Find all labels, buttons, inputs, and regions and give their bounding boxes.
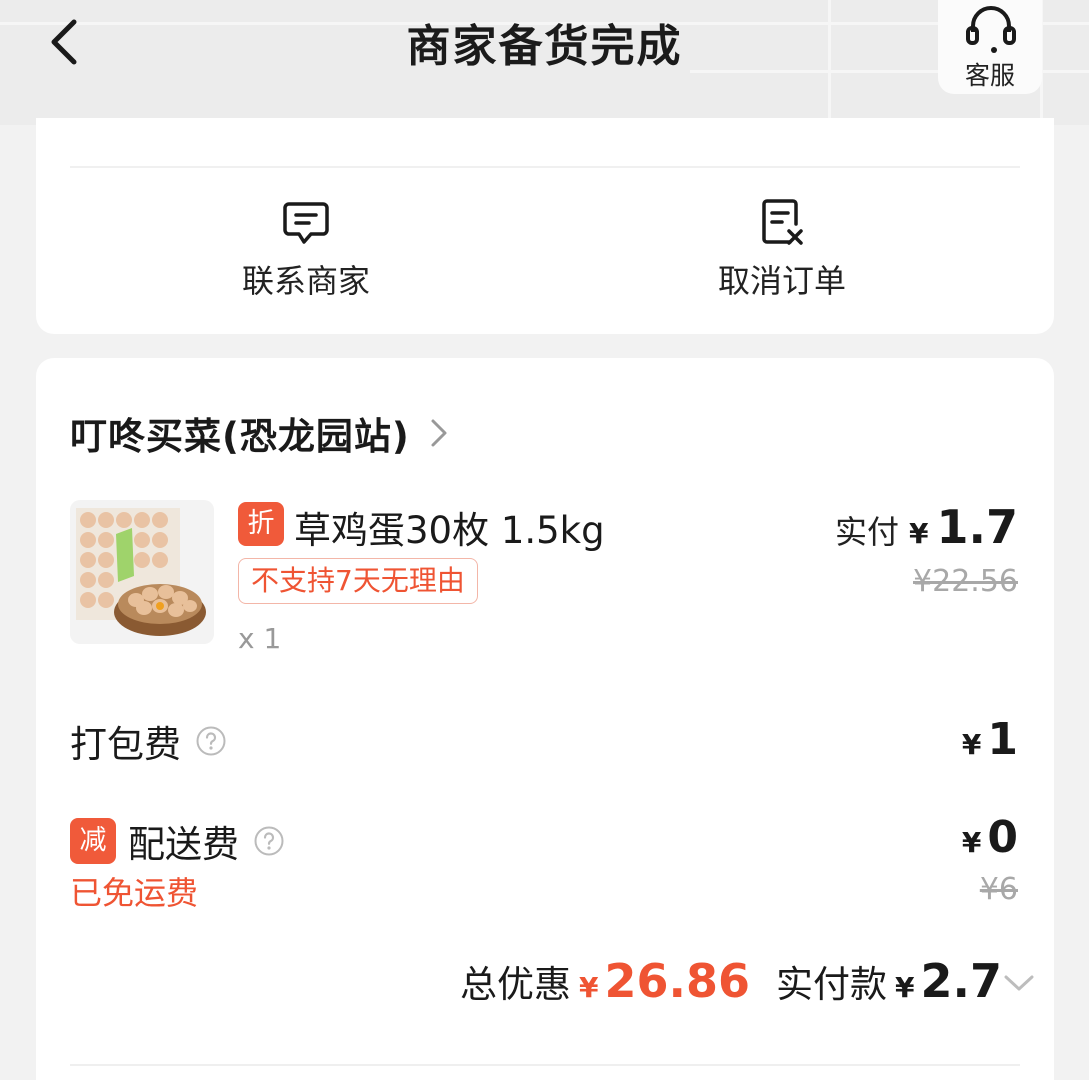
total-discount-value: 26.86: [604, 954, 751, 1008]
customer-service-button[interactable]: 客服: [938, 0, 1042, 94]
total-discount-label: 总优惠: [460, 963, 572, 1006]
packing-fee-amount: ¥ 1: [962, 714, 1018, 765]
delivery-fee-label: 配送费: [128, 823, 239, 866]
cancel-order-label: 取消订单: [717, 262, 846, 300]
store-name: 叮咚买菜(恐龙园站): [70, 415, 410, 458]
total-paid-value: 2.7: [920, 954, 1003, 1008]
reduction-tag: 减: [70, 818, 116, 864]
cancel-document-icon: [762, 199, 803, 245]
packing-fee-label: 打包费: [70, 723, 181, 766]
product-name[interactable]: 草鸡蛋30枚 1.5kg: [294, 500, 605, 554]
delivery-fee-value: 0: [987, 812, 1018, 863]
product-quantity: x 1: [238, 622, 282, 655]
product-image[interactable]: [70, 500, 214, 644]
paid-value: 1.7: [936, 500, 1019, 554]
divider: [70, 166, 1020, 168]
currency-symbol: ¥: [961, 826, 982, 859]
divider: [70, 1064, 1020, 1066]
currency-symbol: ¥: [961, 728, 982, 761]
original-price: ¥22.56: [913, 564, 1018, 599]
packing-fee-row: 打包费: [70, 714, 227, 768]
contact-merchant-label: 联系商家: [241, 262, 370, 300]
page-title: 商家备货完成: [406, 21, 683, 72]
currency-symbol: ¥: [579, 971, 599, 1004]
chevron-right-icon: [431, 419, 447, 447]
chat-bubble-icon: [283, 202, 329, 244]
delivery-fee-amount: ¥ 0: [962, 812, 1018, 863]
packing-fee-value: 1: [987, 714, 1018, 765]
chevron-down-icon[interactable]: [1002, 972, 1036, 994]
product-paid-price: 实付 ¥ 1.7: [835, 500, 1018, 554]
currency-symbol: ¥: [909, 517, 929, 550]
return-policy-tag: 不支持7天无理由: [238, 558, 478, 604]
original-delivery-fee: ¥6: [979, 872, 1018, 907]
order-total-summary[interactable]: 总优惠 ¥ 26.86 实付款 ¥ 2.7: [460, 954, 1002, 1008]
order-detail-card: 叮咚买菜(恐龙园站) 折 草鸡蛋30枚 1.5kg 不支持7天无理由 x 1 实…: [36, 358, 1054, 1080]
contact-merchant-button[interactable]: 联系商家: [186, 198, 426, 302]
help-icon[interactable]: [195, 725, 227, 757]
cancel-order-button[interactable]: 取消订单: [662, 198, 902, 302]
headset-icon: [966, 6, 1016, 53]
delivery-fee-row: 减 配送费: [70, 814, 285, 868]
customer-service-label: 客服: [964, 61, 1015, 90]
store-link[interactable]: 叮咚买菜(恐龙园站): [70, 408, 450, 458]
help-icon[interactable]: [253, 825, 285, 857]
total-paid-label: 实付款: [776, 963, 888, 1006]
egg-tray-image: [76, 508, 206, 636]
paid-label: 实付: [835, 513, 900, 551]
currency-symbol: ¥: [895, 971, 915, 1004]
header: 商家备货完成 客服: [0, 0, 1089, 110]
discount-tag: 折: [238, 502, 284, 546]
order-actions-card: 联系商家 取消订单: [36, 118, 1054, 334]
free-delivery-note: 已免运费: [70, 874, 199, 912]
